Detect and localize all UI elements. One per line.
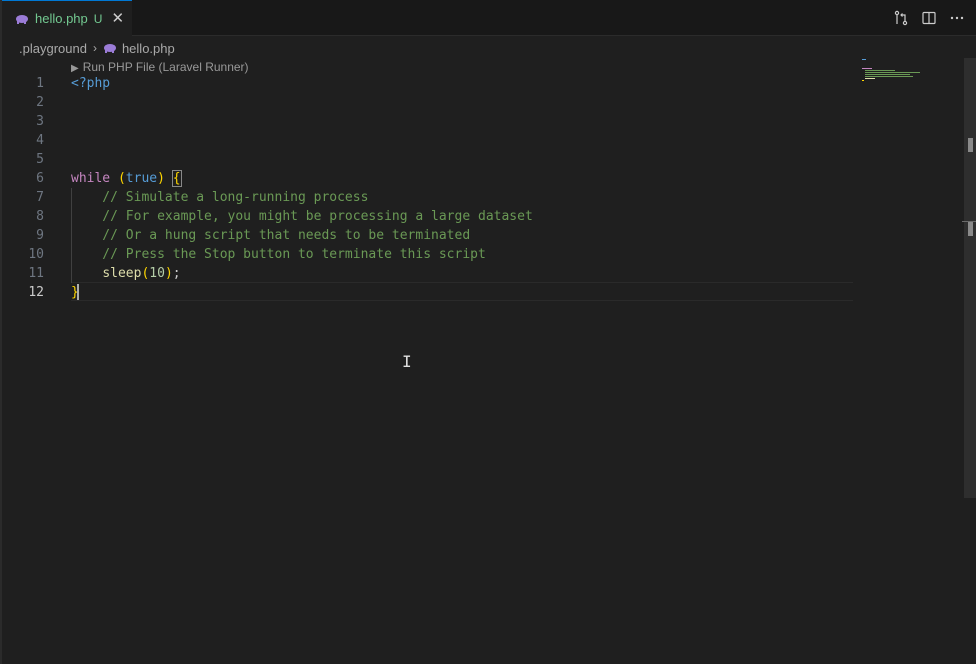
close-icon[interactable]: ✕ [111, 11, 124, 26]
code-line[interactable]: 8 // For example, you might be processin… [0, 207, 860, 226]
line-number: 2 [36, 95, 44, 110]
untracked-badge: U [93, 11, 103, 26]
php-elephant-icon [16, 14, 28, 24]
code-line[interactable]: 6 while (true) { [0, 169, 860, 188]
code-line[interactable]: 3 [0, 112, 860, 131]
code-text: // Press the Stop button to terminate th… [71, 247, 486, 262]
code-text: <?php [71, 76, 111, 91]
play-icon: ▶ [71, 63, 79, 74]
scrollbar-marker [968, 222, 973, 236]
chevron-right-icon: › [92, 41, 97, 55]
breadcrumb-folder[interactable]: .playground [19, 41, 87, 56]
code-line[interactable]: 7 // Simulate a long-running process [0, 188, 860, 207]
line-number: 1 [36, 76, 44, 91]
line-number: 8 [36, 209, 44, 224]
more-actions-icon[interactable] [948, 9, 966, 27]
text-cursor [77, 284, 79, 300]
line-number: 3 [36, 114, 44, 129]
editor-actions [892, 9, 966, 27]
scrollbar-marker [968, 138, 973, 152]
code-line[interactable]: 10 // Press the Stop button to terminate… [0, 245, 860, 264]
code-line[interactable]: 9 // Or a hung script that needs to be t… [0, 226, 860, 245]
code-text: sleep(10); [102, 266, 181, 281]
tab-hello-php[interactable]: hello.php U ✕ [2, 0, 132, 36]
code-line[interactable]: 12 } [0, 283, 860, 302]
breadcrumb: .playground › hello.php [19, 38, 175, 58]
mouse-ibeam-cursor: I [402, 352, 412, 371]
line-number: 9 [36, 228, 44, 243]
code-text: // For example, you might be processing … [71, 209, 533, 224]
minimap[interactable] [860, 58, 940, 88]
run-php-codelens[interactable]: ▶ Run PHP File (Laravel Runner) [71, 60, 249, 74]
git-compare-icon[interactable] [892, 9, 910, 27]
tab-label: hello.php [35, 11, 88, 26]
line-number: 4 [36, 133, 44, 148]
codelens-label: Run PHP File (Laravel Runner) [82, 60, 249, 74]
code-text: // Simulate a long-running process [71, 190, 369, 205]
line-number: 11 [28, 266, 44, 281]
line-number: 6 [36, 171, 44, 186]
code-line[interactable]: 5 [0, 150, 860, 169]
code-text: while (true) { [71, 170, 182, 187]
line-number: 10 [28, 247, 44, 262]
line-number: 7 [36, 190, 44, 205]
code-line[interactable]: 2 [0, 93, 860, 112]
vertical-scrollbar[interactable] [962, 58, 976, 664]
editor-tab-bar: hello.php U ✕ [2, 0, 976, 36]
code-line[interactable]: 4 [0, 131, 860, 150]
scrollbar-thumb[interactable] [964, 58, 976, 498]
line-number: 5 [36, 152, 44, 167]
code-line[interactable]: 11 sleep(10); [0, 264, 860, 283]
breadcrumb-file[interactable]: hello.php [122, 41, 175, 56]
line-number: 12 [28, 285, 44, 300]
php-elephant-icon [103, 44, 116, 53]
split-editor-icon[interactable] [920, 9, 938, 27]
code-line[interactable]: 1 <?php [0, 74, 860, 93]
code-text: // Or a hung script that needs to be ter… [71, 228, 471, 243]
